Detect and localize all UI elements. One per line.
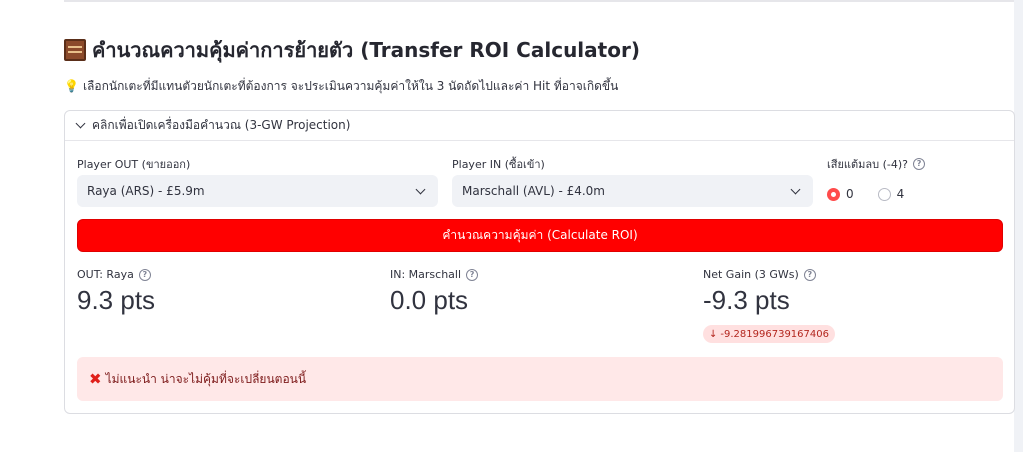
arrow-down-icon: ↓ [709, 328, 718, 340]
hit-option-0-label: 0 [846, 187, 854, 201]
expander-header[interactable]: คลิกเพื่อเปิดเครื่องมือคำนวณ (3-GW Proje… [65, 111, 1014, 141]
metric-net-label-text: Net Gain (3 GWs) [703, 268, 799, 281]
help-icon[interactable]: ? [466, 268, 479, 281]
hit-radio-group: 0 4 [827, 184, 904, 204]
player-in-label: Player IN (ซื้อเข้า) [452, 155, 545, 173]
abacus-icon [64, 39, 86, 61]
recommendation-text: ไม่แนะนำ น่าจะไม่คุ้มที่จะเปลี่ยนตอนนี้ [105, 371, 307, 386]
expander-label: คลิกเพื่อเปิดเครื่องมือคำนวณ (3-GW Proje… [92, 118, 351, 132]
hit-option-4-label: 4 [896, 187, 905, 201]
player-out-label: Player OUT (ขายออก) [77, 155, 190, 173]
metric-net-label: Net Gain (3 GWs) ? [703, 268, 816, 281]
help-icon[interactable]: ? [913, 158, 926, 170]
hit-radio-0[interactable] [827, 187, 840, 201]
net-gain-delta-text: -9.281996739167406 [720, 328, 829, 340]
calculate-roi-button[interactable]: คำนวณความคุ้มค่า (Calculate ROI) [77, 219, 1003, 252]
chevron-down-icon [790, 184, 801, 194]
player-out-label-text: Player OUT (ขายออก) [77, 158, 191, 171]
page-title-text: คำนวณความคุ้มค่าการย้ายตัว (Transfer ROI… [92, 38, 640, 62]
player-in-select[interactable]: Marschall (AVL) - £4.0m [452, 175, 813, 207]
hit-label-text: เสียแต้มลบ (-4)? [827, 158, 909, 171]
recommendation-alert: ✖ ไม่แนะนำ น่าจะไม่คุ้มที่จะเปลี่ยนตอนนี… [77, 357, 1003, 401]
page-subtitle: 💡 เลือกนักเตะที่มีแทนตัวยนักเตะที่ต้องกา… [64, 76, 618, 96]
player-out-select[interactable]: Raya (ARS) - £5.9m [77, 175, 438, 207]
player-in-label-text: Player IN (ซื้อเข้า) [452, 158, 545, 171]
metric-net-value: -9.3 pts [703, 285, 790, 315]
page-subtitle-text: เลือกนักเตะที่มีแทนตัวยนักเตะที่ต้องการ … [82, 78, 619, 93]
metric-out-label-text: OUT: Raya [77, 268, 134, 281]
top-divider [64, 0, 1015, 2]
player-out-value: Raya (ARS) - £5.9m [87, 184, 205, 198]
metric-in-label-text: IN: Marschall [390, 268, 462, 281]
metric-in-label: IN: Marschall ? [390, 268, 479, 281]
help-icon[interactable]: ? [138, 268, 151, 281]
player-in-value: Marschall (AVL) - £4.0m [462, 184, 605, 198]
chevron-down-icon [415, 184, 426, 194]
scrollbar-track[interactable] [1014, 0, 1023, 452]
help-icon[interactable]: ? [803, 268, 816, 281]
net-gain-delta: ↓ -9.281996739167406 [703, 325, 835, 343]
chevron-down-icon [75, 118, 86, 129]
hit-label: เสียแต้มลบ (-4)? ? [827, 155, 926, 173]
lightbulb-icon: 💡 [64, 79, 79, 93]
metric-out-value: 9.3 pts [77, 285, 156, 315]
page-title: คำนวณความคุ้มค่าการย้ายตัว (Transfer ROI… [64, 34, 640, 66]
hit-radio-4[interactable] [877, 187, 891, 201]
roi-expander: คลิกเพื่อเปิดเครื่องมือคำนวณ (3-GW Proje… [64, 110, 1015, 414]
metric-out-label: OUT: Raya ? [77, 268, 151, 281]
metric-in-value: 0.0 pts [390, 285, 469, 315]
cross-mark-icon: ✖ [89, 369, 102, 388]
